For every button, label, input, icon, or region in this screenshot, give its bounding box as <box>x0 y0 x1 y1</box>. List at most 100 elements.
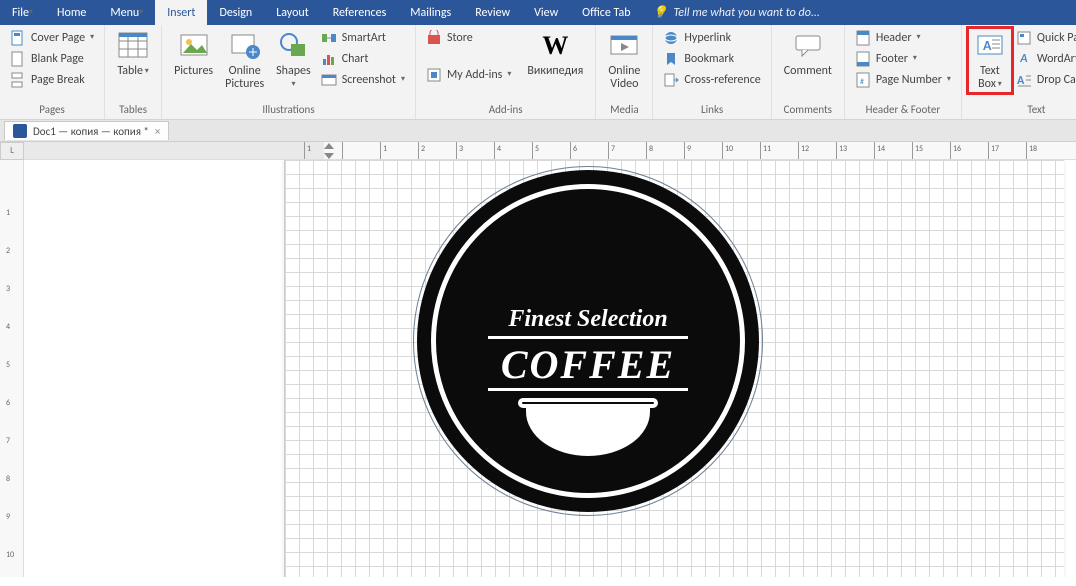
group-links-label: Links <box>659 101 764 119</box>
group-links: Hyperlink Bookmark Cross-reference Links <box>653 25 771 119</box>
page: Finest Selection COFFEE <box>284 160 1064 577</box>
group-comments-label: Comments <box>778 101 838 119</box>
comment-icon <box>792 30 824 62</box>
tab-view[interactable]: View <box>522 0 570 25</box>
online-video-button[interactable]: Online Video <box>602 28 646 93</box>
text-box-button[interactable]: A Text Box <box>968 28 1012 93</box>
wordart-button[interactable]: AWordArt <box>1012 49 1076 69</box>
ruler-bar: L 1123456789101112131415161718 <box>0 142 1076 160</box>
close-tab-icon[interactable]: × <box>155 125 160 138</box>
group-illustrations-label: Illustrations <box>168 101 409 119</box>
ruler-corner: L <box>0 142 24 160</box>
tab-menu[interactable]: Menu <box>98 0 155 25</box>
comment-button[interactable]: Comment <box>778 28 838 80</box>
header-label: Header <box>876 31 912 45</box>
page-number-icon: # <box>855 72 871 88</box>
blank-page-label: Blank Page <box>31 52 84 66</box>
screenshot-button[interactable]: Screenshot <box>317 70 409 90</box>
drop-cap-button[interactable]: A Drop Cap <box>1012 70 1076 90</box>
tab-design[interactable]: Design <box>207 0 264 25</box>
text-box-icon: A <box>974 30 1006 62</box>
footer-button[interactable]: Footer <box>851 49 955 69</box>
chart-label: Chart <box>342 52 369 66</box>
horizontal-ruler[interactable]: 1123456789101112131415161718 <box>24 142 1076 159</box>
table-label: Table <box>117 65 149 78</box>
ribbon-insert: Cover Page Blank Page Page Break Pages T… <box>0 25 1076 120</box>
wordart-label: WordArt <box>1037 52 1076 66</box>
store-icon <box>426 30 442 46</box>
page-number-label: Page Number <box>876 73 942 87</box>
shapes-icon <box>277 30 309 62</box>
document-tab[interactable]: Doc1 — копия — копия * × <box>4 121 169 140</box>
blank-page-button[interactable]: Blank Page <box>6 49 98 69</box>
tab-office[interactable]: Office Tab <box>570 0 642 25</box>
group-hf-label: Header & Footer <box>851 101 955 119</box>
page-break-button[interactable]: Page Break <box>6 70 98 90</box>
xref-label: Cross-reference <box>684 73 760 87</box>
vertical-ruler[interactable]: 12345678910 <box>0 160 24 577</box>
header-button[interactable]: Header <box>851 28 955 48</box>
document-title: Doc1 — копия — копия * <box>33 125 149 138</box>
tell-me-search[interactable]: 💡 Tell me what you want to do... <box>653 0 820 25</box>
shapes-label: Shapes <box>276 65 311 91</box>
shapes-button[interactable]: Shapes <box>270 28 317 93</box>
cover-page-icon <box>10 30 26 46</box>
addins-icon <box>426 67 442 83</box>
wikipedia-button[interactable]: WВикипедия <box>521 28 589 80</box>
online-pictures-icon <box>229 30 261 62</box>
page-break-icon <box>10 72 26 88</box>
tab-references[interactable]: References <box>321 0 399 25</box>
group-text: A Text Box Quick Parts AWordArt A Drop Cap… <box>962 25 1076 119</box>
quick-parts-label: Quick Parts <box>1037 31 1076 45</box>
pictures-icon <box>178 30 210 62</box>
pictures-button[interactable]: Pictures <box>168 28 219 80</box>
group-media-label: Media <box>602 101 646 119</box>
screenshot-label: Screenshot <box>342 73 396 87</box>
hyperlink-icon <box>663 30 679 46</box>
logo-subtitle: Finest Selection <box>413 306 763 333</box>
cover-page-button[interactable]: Cover Page <box>6 28 98 48</box>
chart-button[interactable]: Chart <box>317 49 409 69</box>
tab-layout[interactable]: Layout <box>264 0 321 25</box>
comment-label: Comment <box>784 65 832 78</box>
hyperlink-label: Hyperlink <box>684 31 731 45</box>
smartart-label: SmartArt <box>342 31 386 45</box>
tab-home[interactable]: Home <box>45 0 98 25</box>
store-button[interactable]: Store <box>422 28 515 48</box>
text-box-label: Text Box <box>974 65 1006 91</box>
video-label: Online Video <box>608 65 640 91</box>
hyperlink-button[interactable]: Hyperlink <box>659 28 764 48</box>
bookmark-button[interactable]: Bookmark <box>659 49 764 69</box>
logo-title: COFFEE <box>413 341 763 388</box>
menu-tabs: File Home Menu Insert Design Layout Refe… <box>0 0 1076 25</box>
tab-insert[interactable]: Insert <box>155 0 207 25</box>
coffee-logo-shape[interactable]: Finest Selection COFFEE <box>413 166 763 516</box>
quick-parts-icon <box>1016 30 1032 46</box>
blank-page-icon <box>10 51 26 67</box>
my-addins-button[interactable]: My Add-ins <box>422 65 515 85</box>
tell-me-label: Tell me what you want to do... <box>673 6 819 20</box>
document-canvas[interactable]: Finest Selection COFFEE <box>24 160 1076 577</box>
group-pages: Cover Page Blank Page Page Break Pages <box>0 25 105 119</box>
drop-cap-icon: A <box>1016 72 1032 88</box>
group-tables: Table Tables <box>105 25 162 119</box>
svg-text:#: # <box>860 77 864 87</box>
tab-review[interactable]: Review <box>463 0 522 25</box>
chart-icon <box>321 51 337 67</box>
table-icon <box>117 30 149 62</box>
drop-cap-label: Drop Cap <box>1037 73 1076 87</box>
cross-reference-button[interactable]: Cross-reference <box>659 70 764 90</box>
cup-icon <box>518 398 658 458</box>
group-illustrations: Pictures Online Pictures Shapes SmartArt… <box>162 25 416 119</box>
online-pictures-button[interactable]: Online Pictures <box>219 28 270 93</box>
page-number-button[interactable]: # Page Number <box>851 70 955 90</box>
quick-parts-button[interactable]: Quick Parts <box>1012 28 1076 48</box>
footer-icon <box>855 51 871 67</box>
tab-mailings[interactable]: Mailings <box>398 0 463 25</box>
table-button[interactable]: Table <box>111 28 155 80</box>
my-addins-label: My Add-ins <box>447 68 502 82</box>
xref-icon <box>663 72 679 88</box>
smartart-button[interactable]: SmartArt <box>317 28 409 48</box>
tab-file[interactable]: File <box>0 0 45 25</box>
smartart-icon <box>321 30 337 46</box>
